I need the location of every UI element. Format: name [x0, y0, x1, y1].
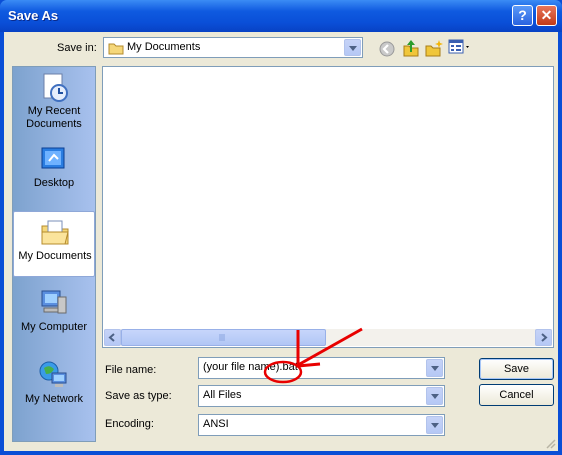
annotation-arrow-head [296, 330, 321, 368]
annotation-arrow-line [297, 327, 363, 367]
annotation-overlay [263, 327, 363, 384]
annotation-circle [263, 360, 303, 384]
save-as-dialog: Save As ? ✕ Save in: My Documents My Rec… [0, 0, 562, 455]
